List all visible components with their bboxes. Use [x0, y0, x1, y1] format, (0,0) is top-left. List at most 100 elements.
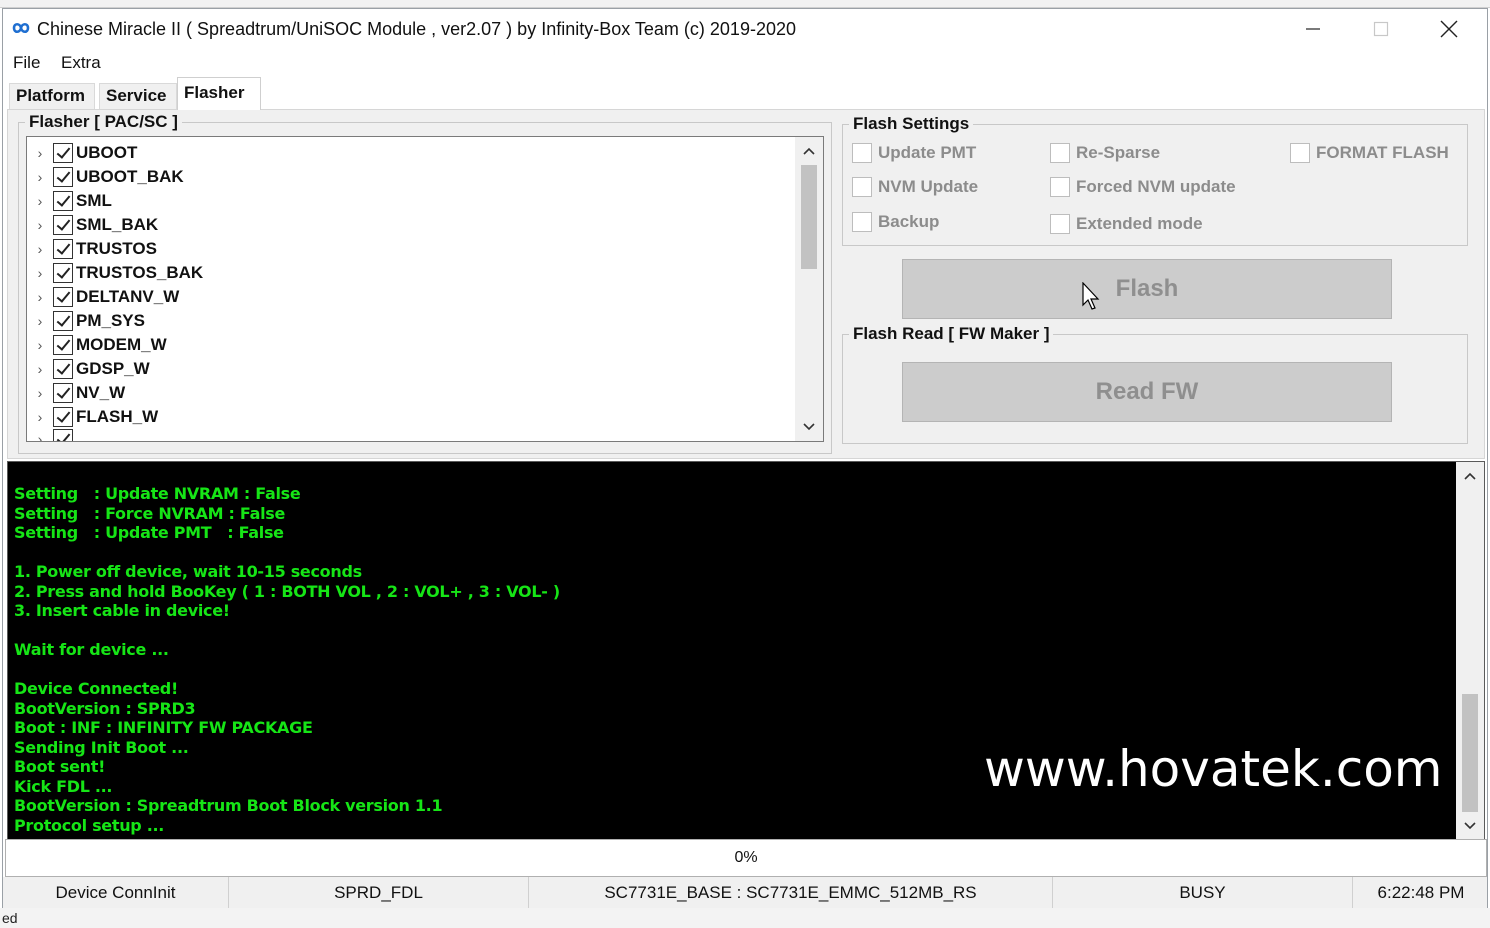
menu-extra[interactable]: Extra [61, 53, 101, 73]
tree-item-label: TRUSTOS [76, 239, 157, 258]
menu-bar: File Extra [3, 49, 1487, 77]
tab-service[interactable]: Service [99, 83, 177, 109]
tree-item-checkbox[interactable] [53, 143, 73, 163]
tree-item[interactable]: › FLASH_W [27, 405, 158, 429]
log-console[interactable]: Setting : Update NVRAM : False Setting : … [7, 461, 1485, 841]
watermark-text: www.hovatek.com [984, 740, 1443, 798]
tree-item[interactable]: › UBOOT_BAK [27, 165, 184, 189]
tree-item-checkbox[interactable] [53, 287, 73, 307]
scroll-up-icon[interactable] [1456, 462, 1484, 490]
tree-item-checkbox[interactable] [53, 359, 73, 379]
log-line: Setting : Force NVRAM : False [14, 503, 286, 523]
tree-item[interactable]: › SML [27, 189, 112, 213]
chevron-right-icon[interactable]: › [27, 193, 53, 209]
tree-item-checkbox[interactable] [53, 383, 73, 403]
chevron-right-icon[interactable]: › [27, 145, 53, 161]
checkbox[interactable] [852, 143, 872, 163]
console-scrollbar[interactable] [1456, 462, 1484, 840]
checkbox[interactable] [1050, 214, 1070, 234]
tree-scrollbar[interactable] [795, 137, 823, 441]
chevron-right-icon[interactable]: › [27, 385, 53, 401]
checkbox[interactable] [1290, 143, 1310, 163]
tree-item-label: MODEM_W [76, 335, 167, 354]
title-bar[interactable]: Chinese Miracle II ( Spreadtrum/UniSOC M… [3, 9, 1487, 49]
option-label: Forced NVM update [1076, 177, 1236, 196]
option-format-flash[interactable]: FORMAT FLASH [1290, 140, 1449, 166]
menu-file[interactable]: File [13, 53, 40, 73]
chevron-right-icon[interactable]: › [27, 313, 53, 329]
close-icon [1440, 20, 1458, 38]
status-state: Device ConnInit [3, 877, 229, 909]
tree-item[interactable]: › PM_SYS [27, 309, 145, 333]
app-window: Chinese Miracle II ( Spreadtrum/UniSOC M… [2, 8, 1488, 909]
option-label: Backup [878, 212, 940, 231]
log-line: BootVersion : SPRD3 [14, 698, 196, 718]
tree-item-checkbox[interactable] [53, 335, 73, 355]
tree-item-checkbox[interactable] [53, 167, 73, 187]
chevron-right-icon[interactable]: › [27, 265, 53, 281]
tree-item[interactable]: › NV_W [27, 381, 125, 405]
progress-text: 0% [734, 849, 758, 866]
close-button[interactable] [1415, 9, 1483, 49]
chevron-right-icon[interactable]: › [27, 409, 53, 425]
option-forced-nvm-update[interactable]: Forced NVM update [1050, 174, 1236, 200]
tree-item[interactable]: › TRUSTOS [27, 237, 157, 261]
tree-item-label: TRUSTOS_BAK [76, 263, 204, 282]
chevron-right-icon[interactable]: › [27, 241, 53, 257]
minimize-button[interactable] [1279, 9, 1347, 49]
chevron-right-icon[interactable]: › [27, 217, 53, 233]
background-taskbar-text: ed [0, 908, 1490, 928]
chevron-right-icon[interactable]: › [27, 289, 53, 305]
log-line: BootVersion : Spreadtrum Boot Block vers… [14, 796, 443, 815]
option-label: FORMAT FLASH [1316, 143, 1449, 162]
option-backup[interactable]: Backup [852, 209, 939, 235]
tree-item[interactable]: › DELTANV_W [27, 285, 179, 309]
scroll-down-icon[interactable] [1456, 812, 1484, 840]
tab-platform[interactable]: Platform [9, 83, 95, 109]
log-line: 2. Press and hold BooKey ( 1 : BOTH VOL … [14, 581, 560, 601]
partition-tree: › UBOOT › UBOOT_BAK › SML › SML_BAK › TRUSTOS › TRU… [26, 136, 824, 442]
option-label: NVM Update [878, 177, 979, 196]
scroll-up-icon[interactable] [795, 137, 823, 165]
tree-item-label: UBOOT [76, 143, 138, 162]
chevron-right-icon[interactable]: › [27, 361, 53, 377]
tree-item-label: SML [76, 191, 112, 210]
tree-item[interactable]: › TRUSTOS_BAK [27, 261, 203, 285]
log-line: Protocol setup ... [14, 815, 165, 835]
tree-item-checkbox[interactable] [53, 407, 73, 427]
flasher-group-title: Flasher [ PAC/SC ] [25, 112, 182, 132]
console-scroll-thumb[interactable] [1462, 694, 1478, 812]
tree-item-label: UBOOT_BAK [76, 167, 184, 186]
option-re-sparse[interactable]: Re-Sparse [1050, 140, 1160, 166]
maximize-button[interactable] [1347, 9, 1415, 49]
chevron-right-icon[interactable]: › [27, 169, 53, 185]
tree-item-checkbox[interactable] [53, 263, 73, 283]
option-nvm-update[interactable]: NVM Update [852, 174, 978, 200]
tree-item[interactable]: › SML_BAK [27, 213, 158, 237]
flash-settings-title: Flash Settings [849, 114, 974, 134]
tree-item-checkbox[interactable] [53, 429, 73, 441]
checkbox[interactable] [852, 212, 872, 232]
tree-item-checkbox[interactable] [53, 191, 73, 211]
tree-item[interactable]: › GDSP_W [27, 357, 150, 381]
tree-item-partial[interactable]: › [27, 427, 76, 441]
read-fw-button[interactable]: Read FW [902, 362, 1392, 422]
tree-item-checkbox[interactable] [53, 311, 73, 331]
tree-item[interactable]: › MODEM_W [27, 333, 167, 357]
tree-item-checkbox[interactable] [53, 239, 73, 259]
option-update-pmt[interactable]: Update PMT [852, 140, 976, 166]
option-extended-mode[interactable]: Extended mode [1050, 211, 1203, 237]
checkbox[interactable] [852, 177, 872, 197]
checkbox[interactable] [1050, 177, 1070, 197]
chevron-right-icon[interactable]: › [27, 337, 53, 353]
flash-button[interactable]: Flash [902, 259, 1392, 319]
option-label: Extended mode [1076, 214, 1203, 233]
tree-scroll-thumb[interactable] [801, 165, 817, 269]
tree-item-checkbox[interactable] [53, 215, 73, 235]
checkbox[interactable] [1050, 143, 1070, 163]
log-line: Boot sent! [14, 757, 106, 776]
tree-item[interactable]: › UBOOT [27, 141, 137, 165]
scroll-down-icon[interactable] [795, 413, 823, 441]
infinity-icon [12, 22, 30, 34]
tab-flasher[interactable]: Flasher [177, 77, 261, 110]
